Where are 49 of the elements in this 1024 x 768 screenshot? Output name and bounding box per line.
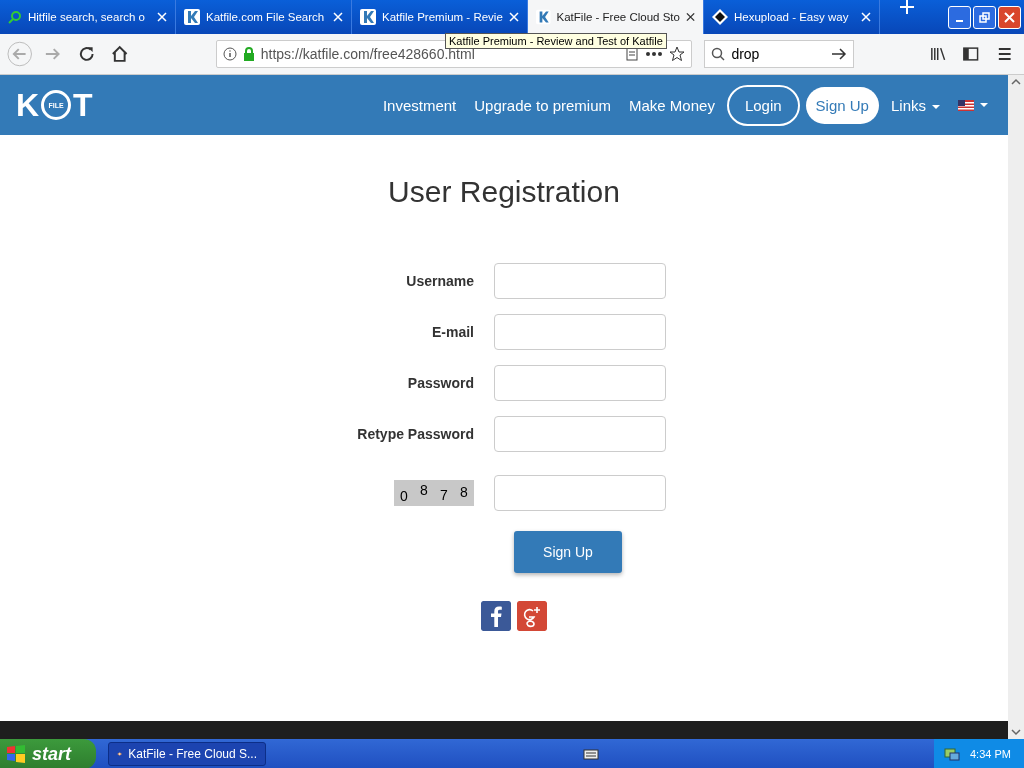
- windows-logo-icon: [6, 745, 26, 763]
- arrow-icon[interactable]: [830, 48, 847, 60]
- k-icon: [536, 9, 551, 25]
- login-button[interactable]: Login: [726, 84, 800, 126]
- search-icon: [8, 10, 22, 24]
- sign-up-button[interactable]: Sign Up: [805, 86, 879, 124]
- field-label: Username: [405, 273, 474, 289]
- search-icon: [711, 47, 726, 61]
- lock-icon: [242, 47, 255, 61]
- network-icon[interactable]: [944, 747, 960, 761]
- info-icon[interactable]: [222, 47, 237, 61]
- k-icon: [360, 9, 376, 25]
- star-icon[interactable]: [669, 46, 686, 62]
- sign-up-button[interactable]: Sign Up: [514, 531, 622, 573]
- close-icon: [1004, 11, 1015, 23]
- diamond-icon: [712, 9, 728, 25]
- search-field[interactable]: drop: [704, 40, 854, 68]
- captcha-image: 0 8 7 8: [394, 480, 474, 506]
- browser-tab[interactable]: KatFile - Free Cloud Sto: [528, 0, 704, 34]
- nav-link[interactable]: Make Money: [623, 88, 721, 122]
- restore-button[interactable]: [973, 5, 996, 29]
- reader-icon[interactable]: [625, 47, 640, 61]
- k-icon: [184, 9, 200, 25]
- input-field[interactable]: [494, 314, 666, 350]
- field-label: Password: [406, 375, 474, 391]
- tooltip: Katfile Premium - Review and Test of Katfile: [445, 33, 667, 49]
- input-field[interactable]: [494, 365, 666, 401]
- field-label: Retype Password: [356, 426, 474, 442]
- input-field[interactable]: [494, 416, 666, 452]
- google-plus-icon[interactable]: [517, 601, 547, 631]
- page-title: User Registration: [388, 175, 620, 209]
- taskbar-window[interactable]: KatFile - Free Cloud S...: [108, 742, 266, 766]
- restore-icon: [979, 11, 990, 23]
- clock: 4:34 PM: [970, 748, 1011, 760]
- close-button[interactable]: [998, 5, 1021, 29]
- nav-link[interactable]: Investment: [376, 88, 463, 122]
- close-icon[interactable]: [685, 12, 695, 22]
- minimize-button[interactable]: [948, 5, 971, 29]
- facebook-icon[interactable]: [481, 601, 511, 631]
- scrollbar[interactable]: [1008, 75, 1024, 739]
- captcha-field[interactable]: [494, 475, 666, 511]
- minimize-icon: [956, 19, 963, 22]
- input-field[interactable]: [494, 263, 666, 299]
- start-button[interactable]: start: [0, 739, 96, 768]
- keyboard-icon[interactable]: [583, 748, 599, 760]
- nav-link[interactable]: Upgrade to premium: [468, 88, 617, 122]
- field-label: E-mail: [431, 324, 474, 340]
- more-icon[interactable]: [645, 51, 664, 57]
- links-dropdown[interactable]: Links: [884, 88, 946, 122]
